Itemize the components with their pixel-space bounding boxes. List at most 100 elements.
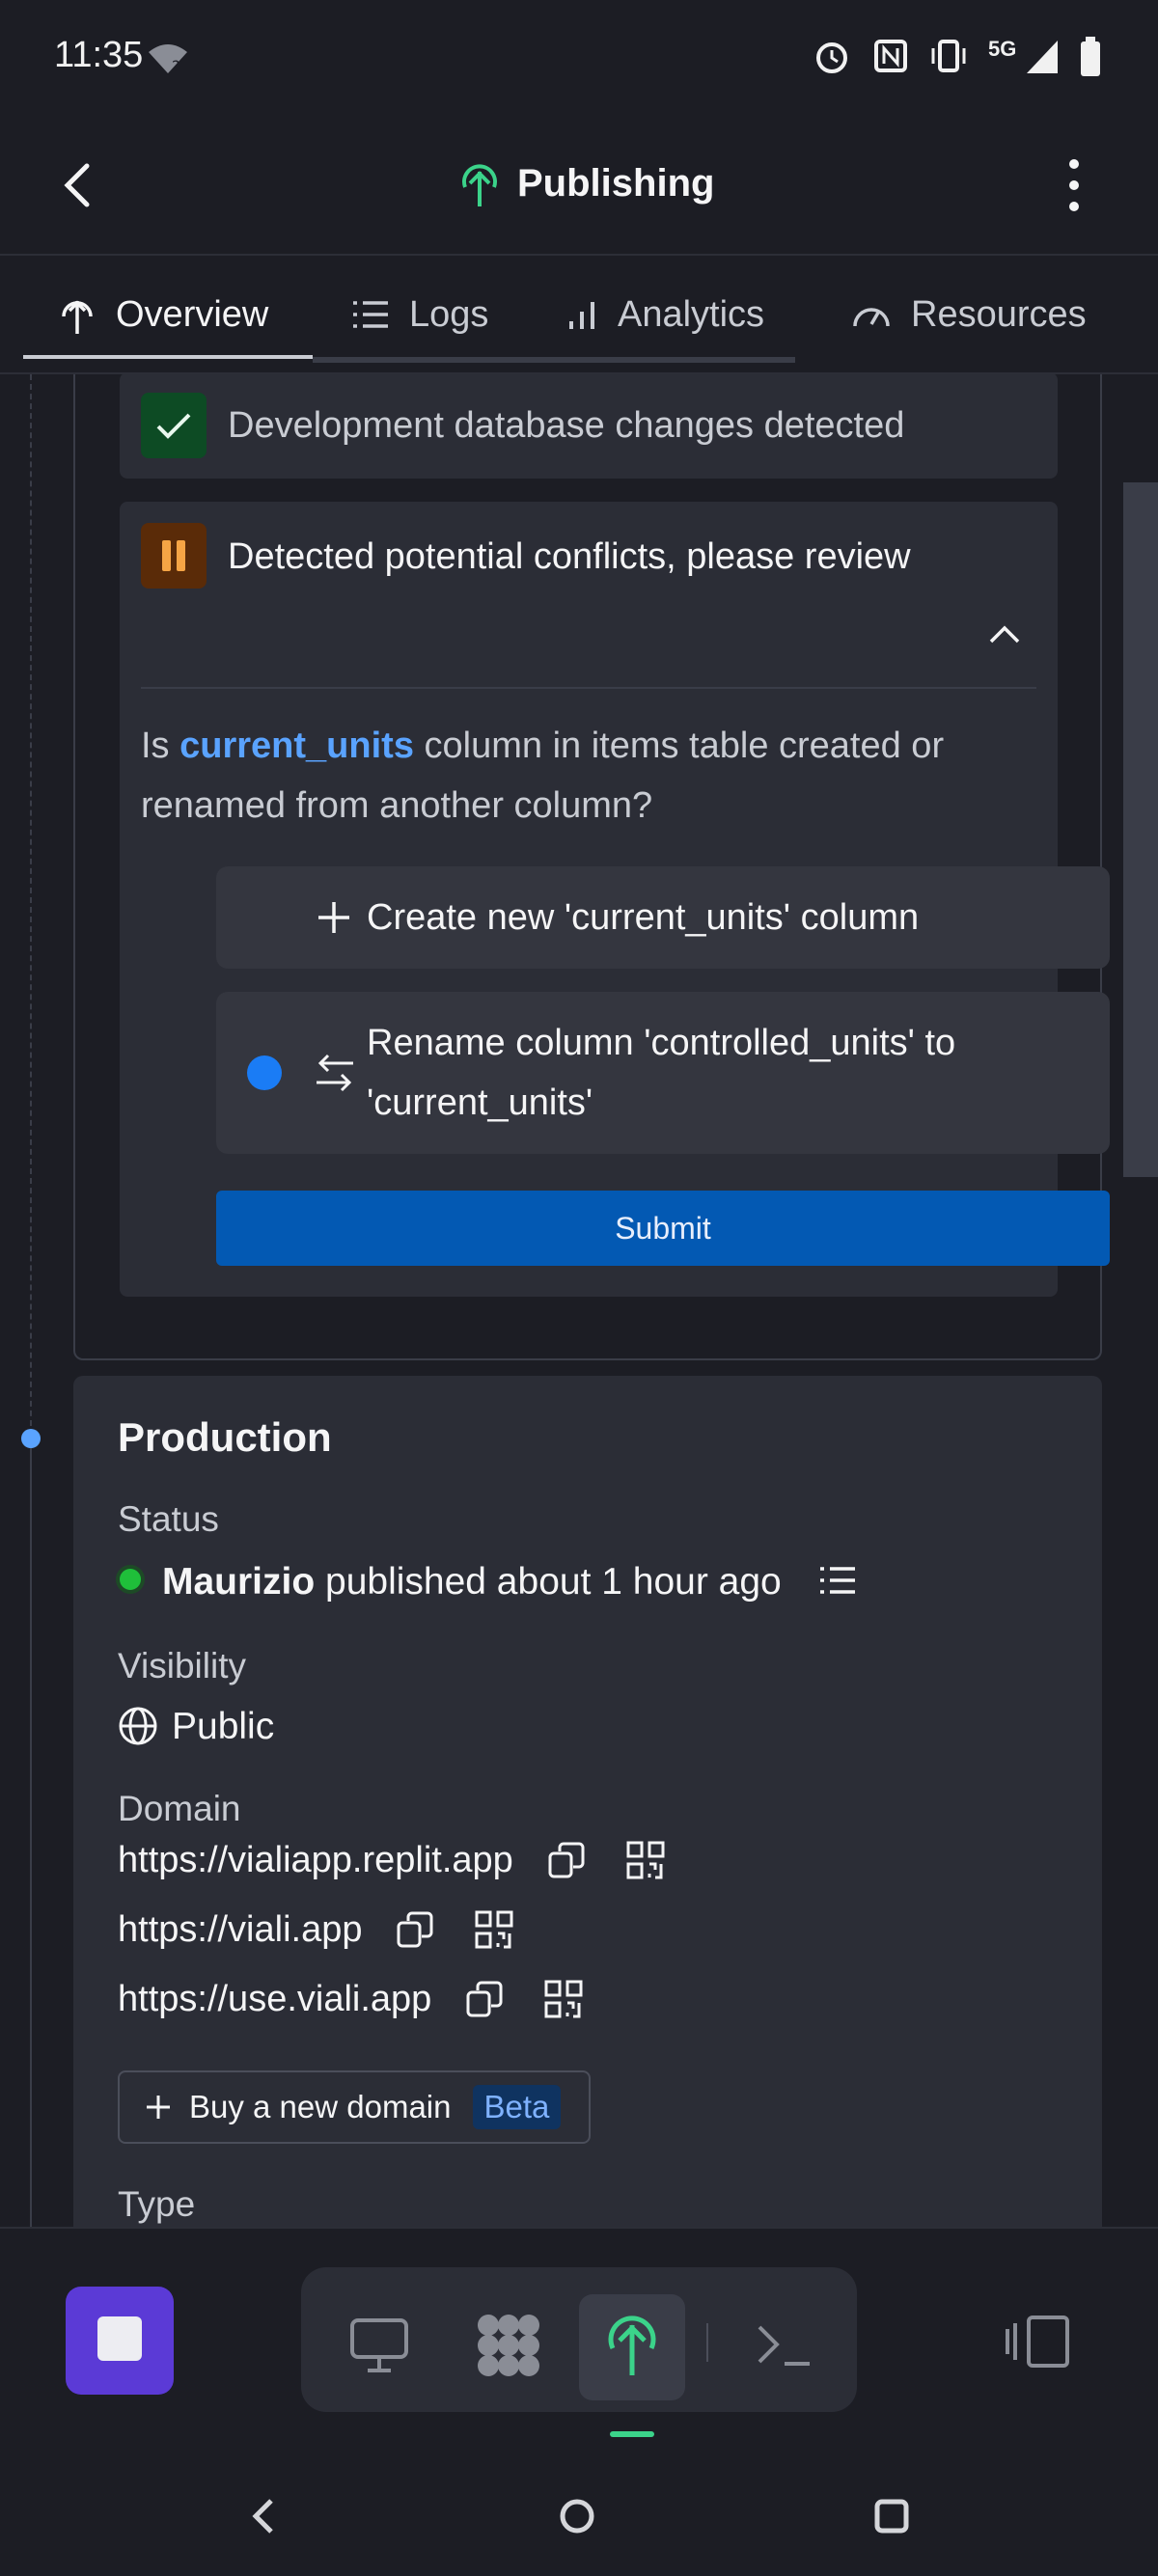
question-text: column in items table created or: [413, 726, 945, 766]
step-db-changes: Development database changes detected: [120, 374, 1058, 479]
stop-icon: [96, 2315, 144, 2368]
step-text: Development database changes detected: [228, 405, 905, 446]
status-label: Status: [118, 1499, 219, 1539]
pause-icon: [141, 523, 207, 589]
status-time: 11:35: [54, 35, 144, 75]
choice-label: Create new 'current_units' column: [367, 897, 920, 938]
choice-create-column[interactable]: Create new 'current_units' column: [216, 866, 1110, 969]
globe-icon: [118, 1706, 158, 1751]
qr-code-icon[interactable]: [625, 1840, 666, 1880]
tab-resources[interactable]: Resources: [851, 257, 1087, 372]
type-label: Type: [118, 2184, 196, 2224]
tab-label: Logs: [409, 293, 489, 335]
nav-back-button[interactable]: [224, 2489, 301, 2547]
bar-chart-icon: [565, 298, 598, 331]
status-description: published about 1 hour ago: [315, 1561, 782, 1603]
stop-button[interactable]: [66, 2287, 174, 2395]
radio-selected-icon[interactable]: [247, 1055, 282, 1090]
qr-code-icon[interactable]: [474, 1909, 514, 1950]
tab-logs[interactable]: Logs: [351, 257, 488, 372]
timeline-dot: [21, 1429, 41, 1448]
grid-blob-icon: [475, 2312, 542, 2384]
production-card: Production Status Maurizio published abo…: [73, 1376, 1102, 2227]
switch-layout-icon[interactable]: [1004, 2314, 1071, 2374]
domain-row: https://vialiapp.replit.app: [118, 1831, 666, 1889]
globe-upload-icon: [58, 293, 96, 336]
domain-label: Domain: [118, 1789, 241, 1828]
section-title: Production: [118, 1414, 332, 1460]
qr-code-icon[interactable]: [543, 1979, 584, 2019]
alarm-icon: [813, 37, 851, 80]
network-type: 5G: [988, 37, 1017, 61]
tab-analytics[interactable]: Analytics: [565, 257, 764, 372]
nav-home-icon: [558, 2497, 596, 2540]
tab-bar: Overview Logs Analytics Resources: [0, 257, 1158, 374]
scrollbar[interactable]: [1123, 482, 1158, 1177]
webview-tool[interactable]: [326, 2294, 432, 2400]
nav-home-button[interactable]: [538, 2489, 616, 2547]
choice-rename-column[interactable]: Rename column 'controlled_units' to 'cur…: [216, 992, 1110, 1154]
status-bar: 11:35 ? 5G: [0, 0, 1158, 116]
choice-label-line: 'current_units': [367, 1082, 593, 1123]
page-title: Publishing: [517, 162, 715, 205]
tab-label: Analytics: [618, 293, 765, 335]
wifi-icon: ?: [147, 42, 189, 80]
divider: [141, 687, 1036, 689]
app-bar: Publishing: [0, 116, 1158, 256]
publishing-tool[interactable]: [579, 2294, 685, 2400]
copy-icon[interactable]: [395, 1909, 435, 1950]
plus-icon: [315, 898, 353, 942]
back-arrow-icon[interactable]: [58, 160, 96, 215]
active-tab-indicator: [23, 355, 313, 359]
buy-domain-label: Buy a new domain: [189, 2089, 452, 2124]
swap-arrows-icon: [315, 1054, 355, 1097]
publish-icon: [457, 162, 502, 213]
buy-domain-button[interactable]: Buy a new domain Beta: [118, 2070, 591, 2144]
choice-label: Rename column 'controlled_units' to 'cur…: [367, 1013, 955, 1133]
svg-text:?: ?: [172, 57, 180, 75]
timeline-dashed-line: [30, 374, 32, 1436]
plus-icon: [145, 2094, 172, 2121]
development-card: Development database changes detected De…: [73, 374, 1110, 1360]
choice-label-line: Rename column 'controlled_units' to: [367, 1023, 956, 1063]
gauge-icon: [851, 299, 892, 330]
tab-label: Overview: [116, 293, 269, 335]
submit-button[interactable]: Submit: [216, 1191, 1110, 1266]
terminal-icon: [756, 2321, 813, 2374]
publish-icon: [603, 2314, 661, 2382]
timeline-line: [30, 1438, 32, 2227]
copy-icon[interactable]: [464, 1979, 505, 2019]
monitor-icon: [348, 2316, 410, 2379]
list-icon: [351, 298, 390, 331]
shell-tool[interactable]: [731, 2294, 838, 2400]
domain-link[interactable]: https://use.viali.app: [118, 1979, 431, 2020]
more-options-icon[interactable]: [1065, 158, 1083, 217]
tab-scroll-indicator: [313, 357, 795, 363]
chevron-up-icon[interactable]: [988, 623, 1021, 649]
toolbar-divider: [706, 2323, 708, 2362]
visibility-value: Public: [172, 1706, 275, 1747]
column-name: current_units: [179, 726, 414, 766]
logs-list-icon[interactable]: [818, 1565, 857, 1601]
nav-recents-button[interactable]: [853, 2489, 930, 2547]
domain-row: https://use.viali.app: [118, 1970, 584, 2028]
signal-icon: [1023, 37, 1062, 80]
active-tool-indicator: [610, 2431, 654, 2437]
workspace-tool[interactable]: [455, 2294, 562, 2400]
visibility-label: Visibility: [118, 1646, 246, 1685]
question-text: Is: [141, 726, 180, 766]
main-content[interactable]: Development database changes detected De…: [0, 374, 1158, 2227]
tab-label: Resources: [911, 293, 1087, 335]
tool-switcher: [301, 2267, 857, 2412]
copy-icon[interactable]: [546, 1840, 587, 1880]
domain-link[interactable]: https://viali.app: [118, 1909, 362, 1951]
nfc-icon: [873, 39, 908, 78]
check-icon: [141, 393, 207, 458]
beta-badge: Beta: [472, 2085, 562, 2129]
step-text: Detected potential conflicts, please rev…: [228, 536, 911, 577]
status-user: Maurizio: [162, 1561, 316, 1603]
bottom-toolbar: [0, 2227, 1158, 2576]
nav-recents-icon: [873, 2498, 910, 2539]
domain-link[interactable]: https://vialiapp.replit.app: [118, 1840, 513, 1881]
battery-icon: [1079, 37, 1102, 82]
